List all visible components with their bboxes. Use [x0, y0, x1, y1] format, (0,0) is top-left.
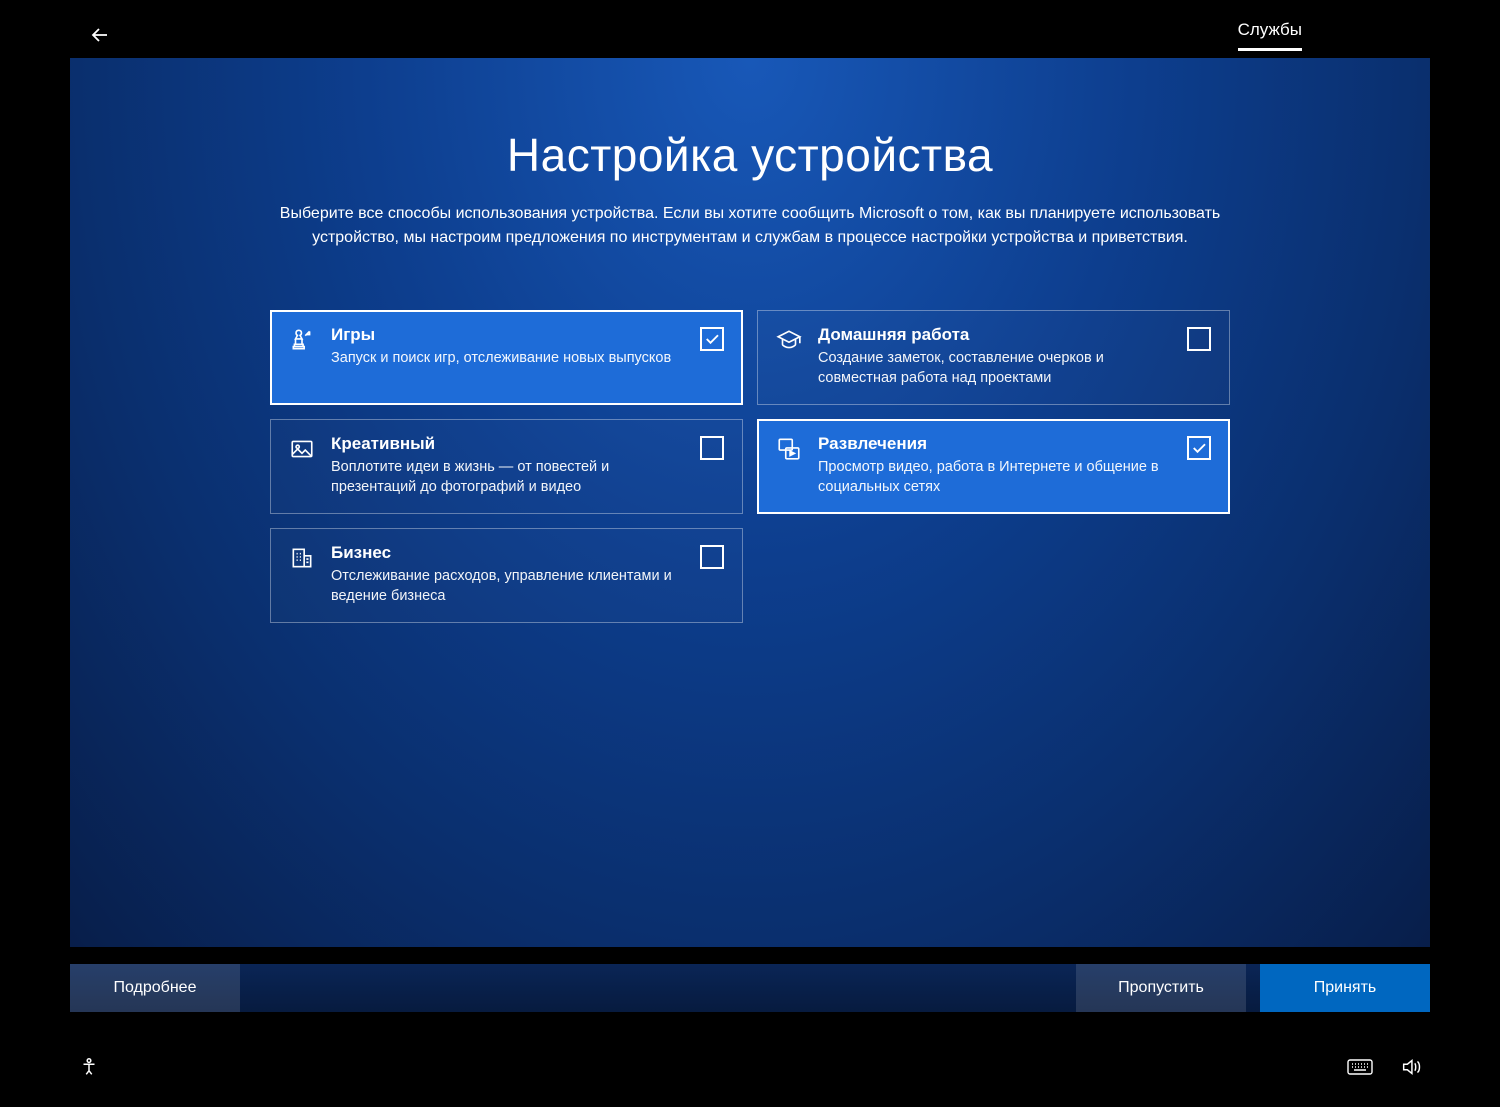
learn-more-button[interactable]: Подробнее: [70, 964, 240, 1012]
check-icon: [703, 330, 721, 348]
checkbox[interactable]: [1187, 436, 1211, 460]
card-title: Бизнес: [331, 543, 684, 563]
card-desc: Просмотр видео, работа в Интернете и общ…: [818, 458, 1171, 497]
right-buttons: Пропустить Принять: [1076, 964, 1430, 1012]
chess-icon: [289, 327, 315, 353]
bottom-action-bar: Подробнее Пропустить Принять: [70, 964, 1430, 1012]
tab-services[interactable]: Службы: [1238, 20, 1302, 51]
card-desc: Запуск и поиск игр, отслеживание новых в…: [331, 349, 684, 369]
picture-icon: [289, 436, 315, 462]
card-desc: Создание заметок, составление очерков и …: [818, 349, 1171, 388]
card-title: Развлечения: [818, 434, 1171, 454]
card-body: Игры Запуск и поиск игр, отслеживание но…: [331, 325, 684, 369]
page-title: Настройка устройства: [165, 128, 1335, 182]
card-title: Домашняя работа: [818, 325, 1171, 345]
keyboard-icon[interactable]: [1346, 1056, 1374, 1078]
business-building-icon: [289, 545, 315, 571]
ease-of-access-icon[interactable]: [78, 1056, 100, 1078]
checkbox[interactable]: [700, 327, 724, 351]
card-entertainment[interactable]: Развлечения Просмотр видео, работа в Инт…: [757, 419, 1230, 514]
card-body: Домашняя работа Создание заметок, состав…: [818, 325, 1171, 388]
card-body: Креативный Воплотите идеи в жизнь — от п…: [331, 434, 684, 497]
checkbox[interactable]: [1187, 327, 1211, 351]
card-homework[interactable]: Домашняя работа Создание заметок, состав…: [757, 310, 1230, 405]
card-business[interactable]: Бизнес Отслеживание расходов, управление…: [270, 528, 743, 623]
main-panel: Настройка устройства Выберите все способ…: [70, 58, 1430, 947]
graduation-cap-icon: [776, 327, 802, 353]
back-button[interactable]: [88, 23, 112, 47]
accept-button[interactable]: Принять: [1260, 964, 1430, 1012]
volume-icon[interactable]: [1400, 1056, 1422, 1078]
card-creative[interactable]: Креативный Воплотите идеи в жизнь — от п…: [270, 419, 743, 514]
checkbox[interactable]: [700, 545, 724, 569]
skip-button[interactable]: Пропустить: [1076, 964, 1246, 1012]
card-desc: Воплотите идеи в жизнь — от повестей и п…: [331, 458, 684, 497]
media-icon: [776, 436, 802, 462]
taskbar: [0, 1047, 1500, 1087]
checkbox[interactable]: [700, 436, 724, 460]
card-title: Креативный: [331, 434, 684, 454]
card-desc: Отслеживание расходов, управление клиент…: [331, 567, 684, 606]
page-subtitle: Выберите все способы использования устро…: [260, 202, 1240, 250]
card-title: Игры: [331, 325, 684, 345]
card-gaming[interactable]: Игры Запуск и поиск игр, отслеживание но…: [270, 310, 743, 405]
card-body: Бизнес Отслеживание расходов, управление…: [331, 543, 684, 606]
usage-cards-grid: Игры Запуск и поиск игр, отслеживание но…: [270, 310, 1230, 623]
card-body: Развлечения Просмотр видео, работа в Инт…: [818, 434, 1171, 497]
check-icon: [1190, 439, 1208, 457]
arrow-left-icon: [88, 23, 112, 47]
top-bar: Службы: [0, 15, 1500, 55]
